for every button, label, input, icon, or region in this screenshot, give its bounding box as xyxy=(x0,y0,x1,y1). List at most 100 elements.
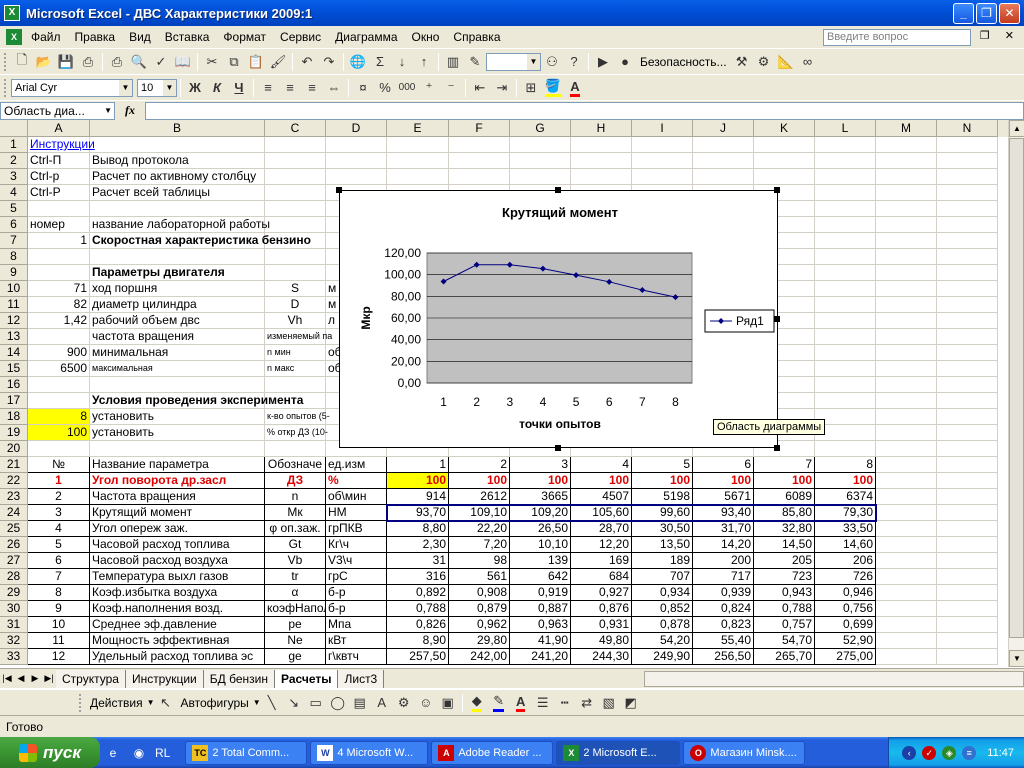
cell-A10[interactable]: 71 xyxy=(28,281,90,297)
cell-N22[interactable] xyxy=(937,473,998,489)
line-style-icon[interactable]: ☰ xyxy=(532,692,554,714)
cell-A29[interactable]: 8 xyxy=(28,585,90,601)
cell-L17[interactable] xyxy=(815,393,876,409)
cell-D32[interactable]: кВт xyxy=(326,633,387,649)
menu-insert[interactable]: Вставка xyxy=(158,30,217,44)
cell-A33[interactable]: 12 xyxy=(28,649,90,665)
cell-D2[interactable] xyxy=(326,153,387,169)
cell-L30[interactable]: 0,756 xyxy=(815,601,876,617)
cell-J33[interactable]: 256,50 xyxy=(693,649,754,665)
cell-N27[interactable] xyxy=(937,553,998,569)
tray-shield-icon[interactable]: ◈ xyxy=(942,745,957,760)
cell-B6[interactable]: название лабораторной работы xyxy=(90,217,270,233)
task-word[interactable]: W4 Microsoft W... xyxy=(310,740,429,765)
cell-N24[interactable] xyxy=(937,505,998,521)
visual-basic-icon[interactable]: ⚙ xyxy=(753,51,775,73)
cell-E26[interactable]: 2,30 xyxy=(387,537,449,553)
cell-K22[interactable]: 100 xyxy=(754,473,815,489)
quicklaunch-firefox-icon[interactable]: ◉ xyxy=(129,743,149,763)
cell-D27[interactable]: V3\ч xyxy=(326,553,387,569)
row-header-22[interactable]: 22 xyxy=(0,473,28,489)
cell-K3[interactable] xyxy=(754,169,815,185)
sheet-tab-sheet3[interactable]: Лист3 xyxy=(338,669,385,688)
cell-M23[interactable] xyxy=(876,489,937,505)
cell-M2[interactable] xyxy=(876,153,937,169)
help-search-input[interactable]: Введите вопрос xyxy=(823,29,971,46)
cell-J23[interactable]: 5671 xyxy=(693,489,754,505)
cell-B25[interactable]: Угол опереж заж. xyxy=(90,521,265,537)
row-header-32[interactable]: 32 xyxy=(0,633,28,649)
sheet-tab-db-petrol[interactable]: БД бензин xyxy=(203,669,275,688)
cell-C26[interactable]: Gt xyxy=(265,537,326,553)
underline-button[interactable]: Ч xyxy=(228,77,250,99)
cell-C18[interactable]: к-во опытов (5- xyxy=(265,409,330,425)
cell-L4[interactable] xyxy=(815,185,876,201)
cell-D22[interactable]: % xyxy=(326,473,387,489)
cell-F21[interactable]: 2 xyxy=(449,457,510,473)
cell-J27[interactable]: 200 xyxy=(693,553,754,569)
cell-M17[interactable] xyxy=(876,393,937,409)
cell-D3[interactable] xyxy=(326,169,387,185)
vertical-scrollbar[interactable]: ▲ ▼ xyxy=(1008,120,1024,667)
cell-B30[interactable]: Коэф.наполнения возд. xyxy=(90,601,265,617)
cell-M24[interactable] xyxy=(876,505,937,521)
arrow-icon[interactable]: ↘ xyxy=(283,692,305,714)
cell-A1[interactable]: Инструкции xyxy=(28,137,95,153)
cell-B26[interactable]: Часовой расход топлива xyxy=(90,537,265,553)
diagram-icon[interactable]: ⚙ xyxy=(393,692,415,714)
align-center-icon[interactable]: ≡ xyxy=(279,77,301,99)
cell-I2[interactable] xyxy=(632,153,693,169)
borders-icon[interactable]: ⊞ xyxy=(520,77,542,99)
cell-L12[interactable] xyxy=(815,313,876,329)
cell-C16[interactable] xyxy=(265,377,326,393)
column-header-H[interactable]: H xyxy=(571,120,632,137)
sort-desc-icon[interactable]: ↑ xyxy=(413,51,435,73)
row-header-24[interactable]: 24 xyxy=(0,505,28,521)
chart-handle-br[interactable] xyxy=(774,445,780,451)
cell-H3[interactable] xyxy=(571,169,632,185)
save-icon[interactable]: 💾 xyxy=(55,51,77,73)
cell-F3[interactable] xyxy=(449,169,510,185)
cell-C5[interactable] xyxy=(265,201,326,217)
cell-K21[interactable]: 7 xyxy=(754,457,815,473)
cell-F30[interactable]: 0,879 xyxy=(449,601,510,617)
cell-A22[interactable]: 1 xyxy=(28,473,90,489)
cell-J32[interactable]: 55,40 xyxy=(693,633,754,649)
cell-L14[interactable] xyxy=(815,345,876,361)
increase-decimal-icon[interactable]: ⁺ xyxy=(418,77,440,99)
tray-arrow-icon[interactable]: ‹ xyxy=(902,745,917,760)
bold-button[interactable]: Ж xyxy=(184,77,206,99)
cell-I33[interactable]: 249,90 xyxy=(632,649,693,665)
toolbar-grip[interactable] xyxy=(79,693,82,712)
cell-M32[interactable] xyxy=(876,633,937,649)
row-header-6[interactable]: 6 xyxy=(0,217,28,233)
cell-C29[interactable]: α xyxy=(265,585,326,601)
next-sheet-icon[interactable]: ▶ xyxy=(28,673,42,684)
cell-L20[interactable] xyxy=(815,441,876,457)
cell-K24[interactable]: 85,80 xyxy=(754,505,815,521)
cell-M18[interactable] xyxy=(876,409,937,425)
cell-G23[interactable]: 3665 xyxy=(510,489,571,505)
cell-C20[interactable] xyxy=(265,441,326,457)
row-header-17[interactable]: 17 xyxy=(0,393,28,409)
copy-icon[interactable]: ⧉ xyxy=(223,51,245,73)
row-header-28[interactable]: 28 xyxy=(0,569,28,585)
column-header-F[interactable]: F xyxy=(449,120,510,137)
row-header-5[interactable]: 5 xyxy=(0,201,28,217)
cell-M9[interactable] xyxy=(876,265,937,281)
cell-I30[interactable]: 0,852 xyxy=(632,601,693,617)
cell-C27[interactable]: Vb xyxy=(265,553,326,569)
row-header-21[interactable]: 21 xyxy=(0,457,28,473)
cell-A18[interactable]: 8 xyxy=(28,409,90,425)
cell-C1[interactable] xyxy=(265,137,326,153)
select-all-corner[interactable] xyxy=(0,120,28,137)
row-header-7[interactable]: 7 xyxy=(0,233,28,249)
cell-N29[interactable] xyxy=(937,585,998,601)
cell-N8[interactable] xyxy=(937,249,998,265)
row-header-26[interactable]: 26 xyxy=(0,537,28,553)
task-opera[interactable]: O Магазин Minsk.... xyxy=(683,740,806,765)
cell-B10[interactable]: ход поршня xyxy=(90,281,265,297)
cut-icon[interactable]: ✂ xyxy=(201,51,223,73)
print-icon[interactable]: ⎙ xyxy=(106,51,128,73)
cell-A23[interactable]: 2 xyxy=(28,489,90,505)
